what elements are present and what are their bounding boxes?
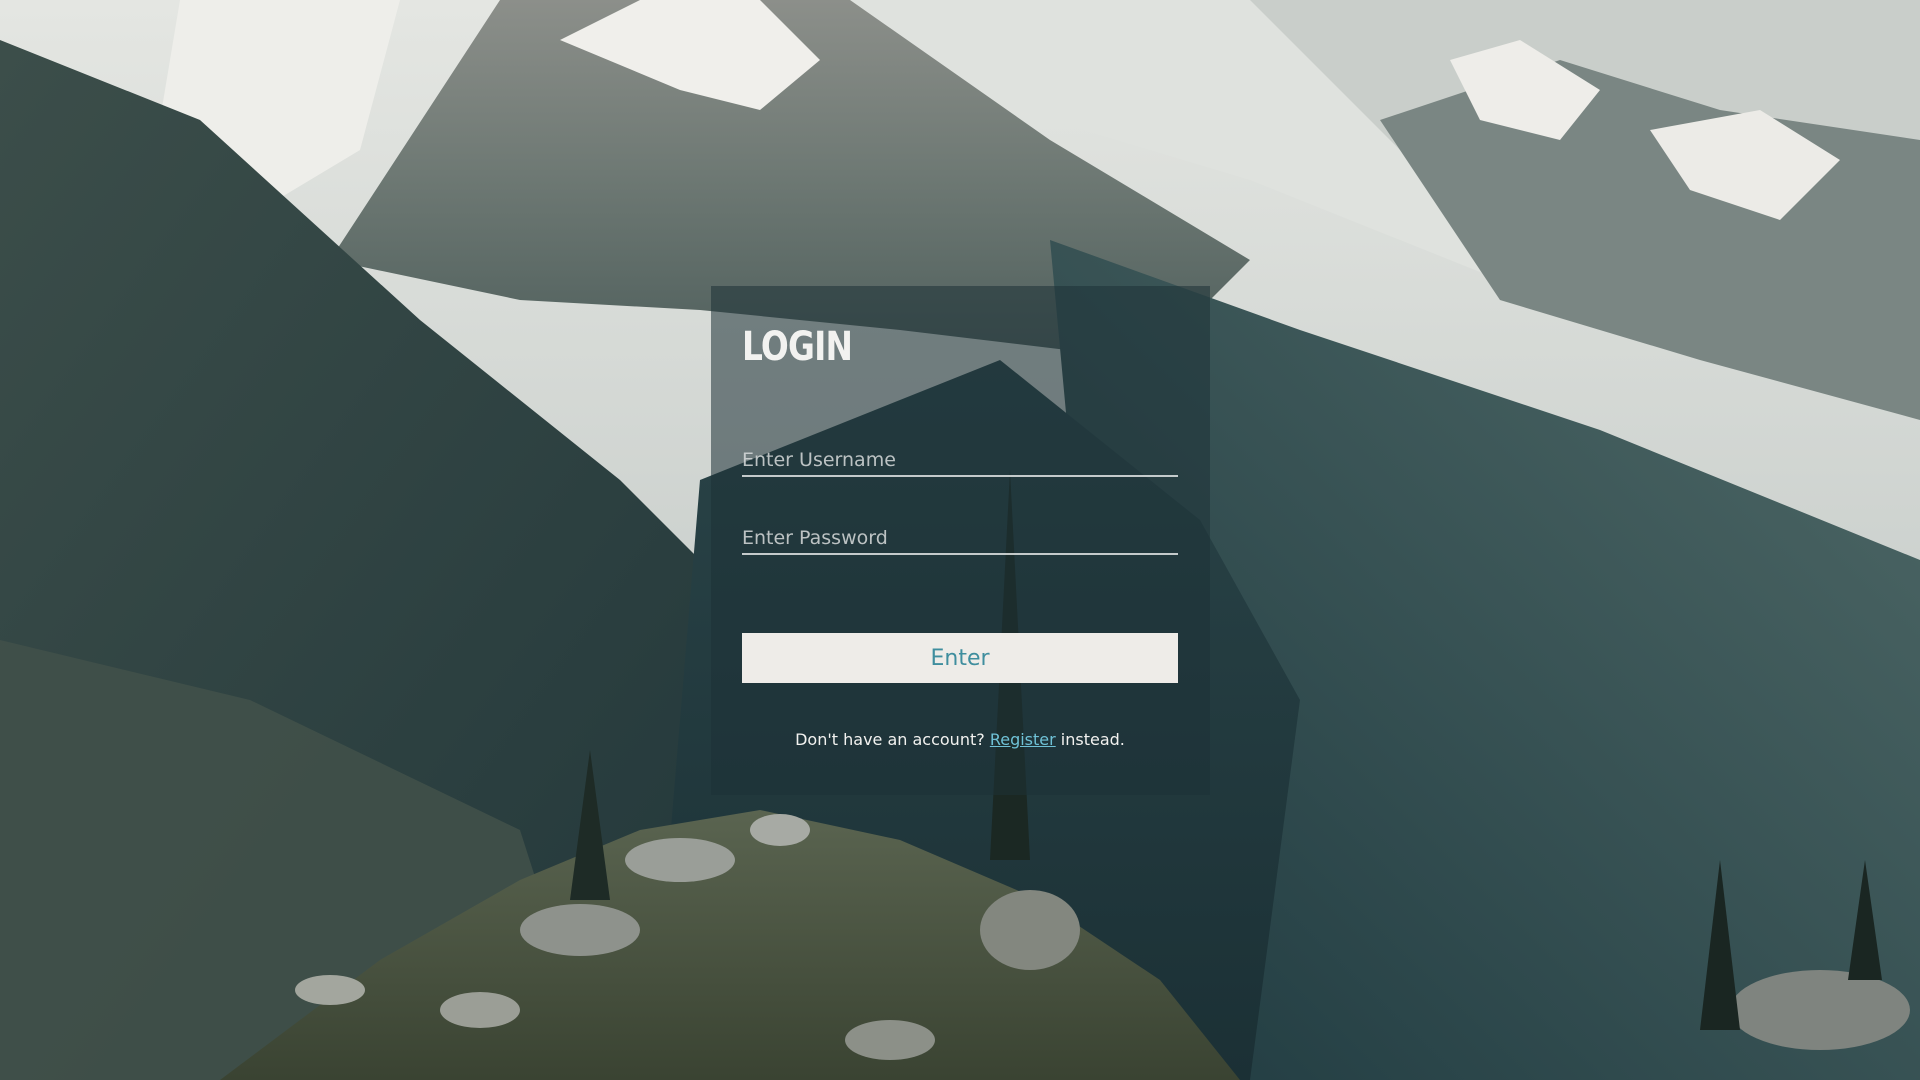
register-prompt-suffix: instead. [1060, 730, 1125, 749]
login-card: LOGIN Enter Don't have an account? Regis… [711, 286, 1210, 795]
password-field [742, 521, 1178, 555]
username-input[interactable] [742, 445, 1178, 475]
password-input[interactable] [742, 523, 1178, 553]
login-title: LOGIN [742, 324, 853, 370]
register-link[interactable]: Register [990, 730, 1056, 749]
register-prompt: Don't have an account? Register instead. [742, 730, 1178, 749]
enter-button[interactable]: Enter [742, 633, 1178, 683]
username-field [742, 443, 1178, 477]
register-prompt-prefix: Don't have an account? [795, 730, 985, 749]
